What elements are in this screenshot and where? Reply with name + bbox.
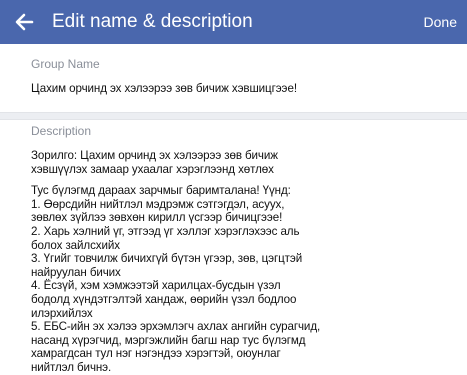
description-line: хэвшүүлэх замаар ухаалаг хэрэглээнд хөтл… bbox=[31, 162, 274, 176]
arrow-left-icon bbox=[15, 13, 34, 31]
description-line: бодолд хүндэтгэлтэй хандаж, өөрийн үзэл … bbox=[31, 292, 297, 306]
description-label: Description bbox=[31, 124, 92, 138]
description-line: 5. ЕБС-ийн эх хэлээ эрхэмлэгч ахлах анги… bbox=[31, 320, 321, 334]
description-line: насанд хүрэгчид, мэргэжлийн багш нар тус… bbox=[31, 333, 306, 347]
description-line: зөвлөх зүйлээ зөвхөн кирилл үсгээр бичиц… bbox=[31, 211, 283, 225]
description-line: 4. Ёсзүй, хэм хэмжээтэй харилцах-бусдын … bbox=[31, 279, 281, 293]
app-bar: Edit name & description Done bbox=[0, 0, 467, 44]
group-name-label: Group Name bbox=[31, 57, 100, 71]
description-line: найруулан бичих bbox=[31, 265, 121, 279]
group-name-section: Group Name Цахим орчинд эх хэлээрээ зөв … bbox=[0, 44, 467, 112]
section-divider bbox=[0, 112, 467, 120]
description-section: Description Зорилго: Цахим орчинд эх хэл… bbox=[0, 120, 467, 374]
description-line: нийтлэл бичнэ. bbox=[31, 360, 112, 374]
back-button[interactable] bbox=[8, 6, 40, 38]
description-line: 2. Харь хэлний үг, этгээд үг хэллэг хэрэ… bbox=[31, 224, 300, 238]
description-line: Тус бүлэгмд дараах зарчмыг баримталана! … bbox=[31, 184, 291, 198]
done-button[interactable]: Done bbox=[424, 13, 457, 31]
description-line: 1. Өөрсдийн нийтлэл мэдрэмж сэтгэгдэл, а… bbox=[31, 197, 285, 211]
description-paragraph-rules: Тус бүлэгмд дараах зарчмыг баримталана! … bbox=[31, 184, 456, 374]
page-title: Edit name & description bbox=[52, 11, 253, 32]
description-line: 3. Үгийг товчилж бичихгүй бүтэн үгээр, з… bbox=[31, 252, 303, 266]
description-paragraph-goal: Зорилго: Цахим орчинд эх хэлээрээ зөв би… bbox=[31, 149, 456, 176]
description-line: илэрхийлэх bbox=[31, 306, 93, 320]
description-line: Зорилго: Цахим орчинд эх хэлээрээ зөв би… bbox=[31, 149, 278, 162]
description-line: хамрагдсан тул нэг нэгэндээ хэрэгтэй, ою… bbox=[31, 347, 281, 361]
description-field[interactable]: Зорилго: Цахим орчинд эх хэлээрээ зөв би… bbox=[31, 149, 456, 375]
group-name-field[interactable]: Цахим орчинд эх хэлээрээ зөв бичиж хэвши… bbox=[31, 82, 456, 96]
description-line: болох зайлсхийх bbox=[31, 238, 120, 252]
